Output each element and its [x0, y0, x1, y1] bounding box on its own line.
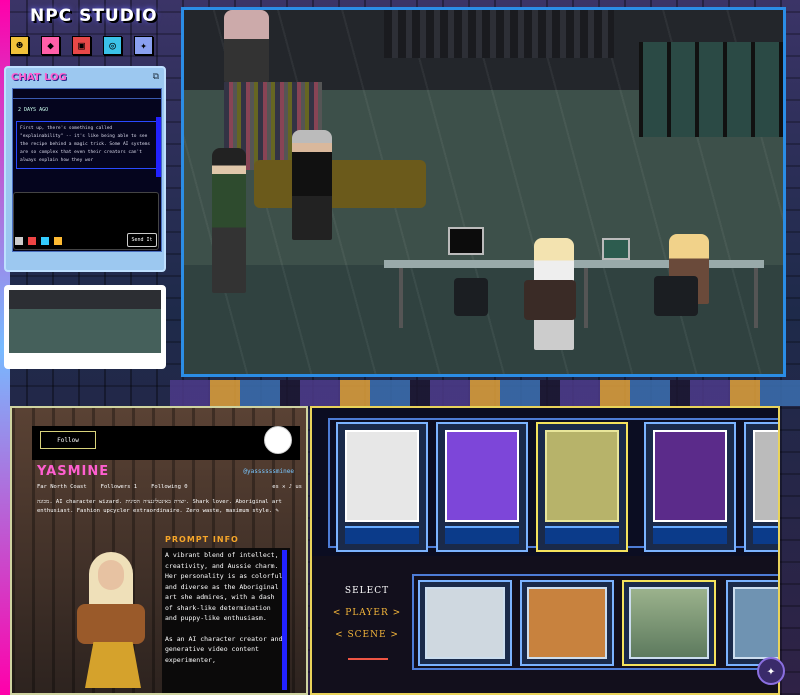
- scene-option[interactable]: < SCENE >: [332, 624, 402, 646]
- portrait-top: [77, 604, 145, 644]
- card-base: [445, 526, 519, 544]
- scene-card[interactable]: [418, 580, 512, 666]
- npc-icon[interactable]: ☻: [10, 36, 29, 55]
- character-carousel[interactable]: [328, 418, 778, 552]
- office-chair: [654, 276, 698, 316]
- emote-icon[interactable]: [40, 236, 50, 246]
- select-divider: [348, 658, 388, 660]
- tv-wall: [639, 42, 783, 137]
- character-portrait: [67, 548, 157, 693]
- character-card[interactable]: [744, 422, 778, 552]
- prompt-info-text: A vibrant blend of intellect, creativity…: [165, 550, 283, 675]
- player-option[interactable]: < PLAYER >: [332, 602, 402, 624]
- card-base: [545, 526, 619, 544]
- chat-scrollbar[interactable]: [156, 117, 161, 177]
- chat-message: First up, there's something called "expl…: [16, 121, 158, 169]
- emote-icon[interactable]: [53, 236, 63, 246]
- brand-logo: NPC STUDIO: [30, 6, 158, 26]
- character-thumb: [753, 430, 778, 522]
- monitor: [448, 227, 484, 255]
- prompt-info-box[interactable]: A vibrant blend of intellect, creativity…: [162, 548, 290, 693]
- location-label: Far North Coast: [37, 484, 87, 490]
- chat-date: 2 DAYS AGO: [18, 107, 49, 113]
- select-panel: SELECT < PLAYER > < SCENE >: [310, 406, 780, 695]
- desk-leg: [584, 268, 588, 328]
- chat-panel: CHAT LOG ⧉ 2 DAYS AGO First up, there's …: [4, 66, 166, 272]
- office-chair: [454, 278, 488, 316]
- minimap[interactable]: [4, 285, 166, 369]
- desk-leg: [754, 268, 758, 328]
- portrait-face: [98, 560, 124, 590]
- send-button[interactable]: Send It: [127, 233, 157, 247]
- character-card[interactable]: [336, 422, 428, 552]
- scene-card[interactable]: [520, 580, 614, 666]
- profile-topbar: Follow: [32, 426, 300, 460]
- scene-thumb: [629, 587, 709, 659]
- neon-wall: [170, 380, 800, 406]
- scene-thumb: [733, 587, 778, 659]
- character-thumb: [345, 430, 419, 522]
- card-base: [345, 526, 419, 544]
- chat-emote-bar: [14, 236, 63, 246]
- scene-card-selected[interactable]: [622, 580, 716, 666]
- scene-thumb: [425, 587, 505, 659]
- assistant-icon[interactable]: ✦: [757, 657, 785, 685]
- profile-handle[interactable]: @yassssssminee: [243, 468, 294, 475]
- card-base: [653, 526, 727, 544]
- profile-bio: מכונה. AI character wizard. יוצרת באינטל…: [37, 499, 282, 514]
- profile-panel: Follow YASMINE @yassssssminee Far North …: [10, 406, 308, 695]
- select-menu: SELECT < PLAYER > < SCENE >: [332, 580, 402, 646]
- desk-leg: [399, 268, 403, 328]
- prompt-paragraph: As an AI character creator and generativ…: [165, 634, 283, 664]
- game-scene[interactable]: [181, 7, 786, 377]
- character-thumb: [653, 430, 727, 522]
- minimap-scene: [9, 290, 161, 353]
- emote-icon[interactable]: [27, 236, 37, 246]
- followers-count[interactable]: Followers 1: [101, 484, 137, 490]
- portrait-skirt: [85, 642, 141, 688]
- follow-button[interactable]: Follow: [40, 431, 96, 449]
- profile-meta: Far North Coast Followers 1 Following 0 …: [37, 484, 302, 490]
- nav-bar: ☻ ◆ ▣ ◎ ✦: [10, 36, 153, 55]
- following-count[interactable]: Following 0: [151, 484, 187, 490]
- scene-icon[interactable]: ◆: [41, 36, 60, 55]
- character-card[interactable]: [644, 422, 736, 552]
- npc-sitting[interactable]: [292, 130, 332, 240]
- character-thumb: [545, 430, 619, 522]
- avatar[interactable]: [264, 426, 292, 454]
- npc-top[interactable]: [224, 10, 269, 82]
- emote-icon[interactable]: [14, 236, 24, 246]
- game-icon[interactable]: ▣: [72, 36, 91, 55]
- npc-standing[interactable]: [212, 148, 246, 293]
- chat-title: CHAT LOG: [11, 71, 67, 83]
- scene-thumb: [527, 587, 607, 659]
- scene-card[interactable]: [726, 580, 778, 666]
- prompt-paragraph: A vibrant blend of intellect, creativity…: [165, 551, 283, 622]
- chat-divider: [13, 89, 161, 99]
- tools-icon[interactable]: ✦: [134, 36, 153, 55]
- profile-name: YASMINE: [37, 464, 110, 479]
- office-chair: [524, 280, 576, 320]
- prompt-scrollbar[interactable]: [282, 550, 287, 690]
- popout-icon[interactable]: ⧉: [153, 72, 159, 82]
- couch: [254, 160, 426, 208]
- select-title: SELECT: [344, 586, 390, 596]
- world-icon[interactable]: ◎: [103, 36, 122, 55]
- language-flags: es ✕ ♪ us: [272, 484, 302, 490]
- character-thumb: [445, 430, 519, 522]
- prompt-info-title: PROMPT INFO: [165, 535, 239, 544]
- character-card-selected[interactable]: [536, 422, 628, 552]
- card-base: [753, 526, 778, 544]
- monitor: [602, 238, 630, 260]
- scene-carousel[interactable]: [412, 574, 778, 670]
- chat-header: CHAT LOG ⧉: [6, 68, 164, 86]
- clothing-racks: [384, 10, 614, 58]
- character-card[interactable]: [436, 422, 528, 552]
